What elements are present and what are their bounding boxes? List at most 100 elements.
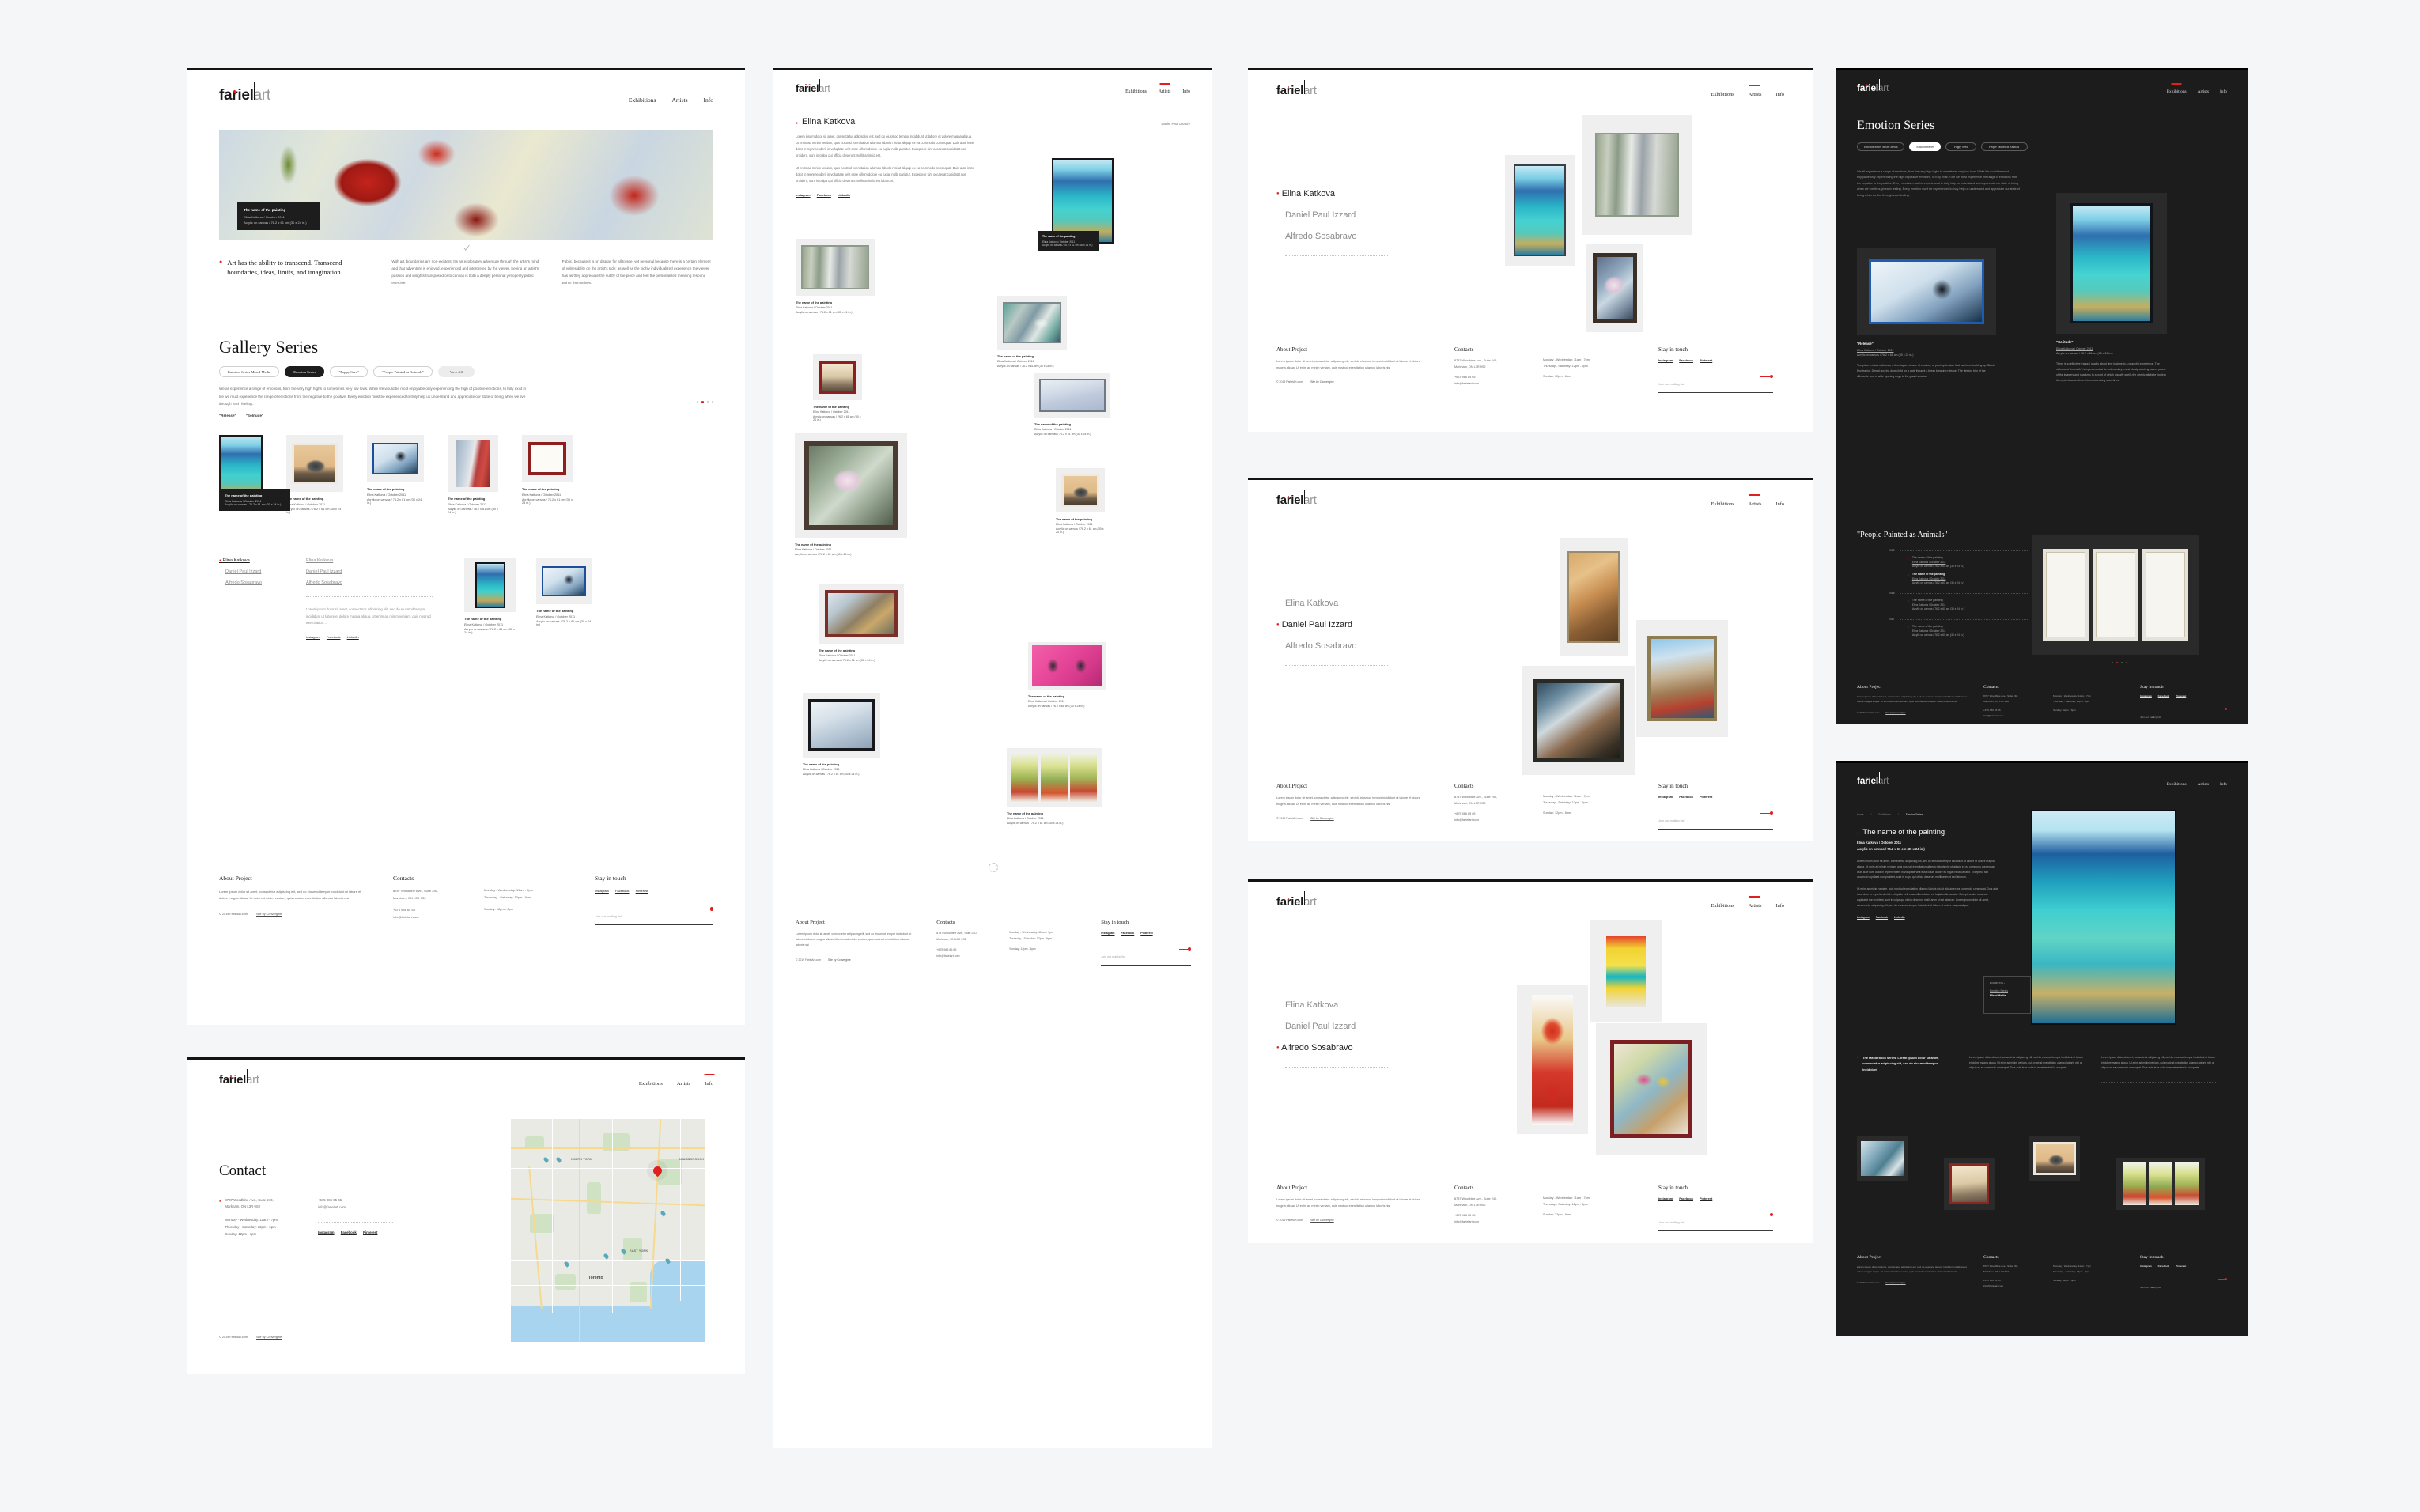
nav-artists[interactable]: Artists — [1749, 85, 1762, 97]
artwork-tile[interactable] — [1522, 666, 1635, 775]
masonry-item[interactable]: The name of the painting Elina Katkova /… — [795, 433, 907, 556]
next-artist-link[interactable]: Daniel Paul Izzard › — [1161, 122, 1190, 126]
newsletter-submit-icon[interactable] — [1760, 811, 1773, 815]
social-instagram[interactable]: Instagram — [318, 1230, 335, 1234]
newsletter-submit-icon[interactable] — [1760, 375, 1773, 379]
artwork-tile[interactable] — [1590, 920, 1662, 1022]
artwork-tile[interactable] — [1505, 155, 1575, 266]
breadcrumb-exhibitions[interactable]: Exhibitions — [1878, 813, 1890, 816]
newsletter-form[interactable]: Join our mailing list — [1101, 947, 1191, 966]
pill-view-all[interactable]: View All — [437, 366, 475, 377]
social-facebook[interactable]: Facebook — [1679, 796, 1693, 799]
footer-site-by[interactable]: Site by Convergine — [256, 913, 282, 916]
footer-email[interactable]: info@farielart.com — [1983, 714, 2053, 717]
emotion-work[interactable]: "Release" Elina Katkova / October 2011 A… — [1857, 248, 1996, 380]
nav-exhibitions[interactable]: Exhibitions — [639, 1081, 663, 1087]
gallery-item[interactable]: The name of the painting Elina Katkova /… — [448, 435, 498, 514]
nav-info[interactable]: Info — [2220, 782, 2227, 787]
breadcrumb-home[interactable]: Home — [1857, 813, 1864, 816]
social-pinterest[interactable]: Pinterest — [1140, 932, 1152, 935]
newsletter-submit-icon[interactable] — [2217, 708, 2227, 711]
footer-site-by[interactable]: Site by Convergine — [1310, 817, 1334, 820]
social-facebook[interactable]: Facebook — [1679, 1197, 1693, 1200]
artwork-tile[interactable] — [1517, 985, 1588, 1134]
footer-email[interactable]: info@farielart.com — [1454, 1220, 1543, 1223]
social-facebook[interactable]: Facebook — [2158, 694, 2169, 697]
social-pinterest[interactable]: Pinterest — [1700, 359, 1712, 362]
brand-logo[interactable]: farielart — [1276, 80, 1317, 96]
related-thumb[interactable] — [2029, 1136, 2080, 1181]
footer-site-by[interactable]: Site by Convergine — [1310, 380, 1334, 384]
social-facebook[interactable]: Facebook — [615, 889, 630, 893]
newsletter-submit-icon[interactable] — [2217, 1278, 2227, 1281]
nav-artists[interactable]: Artists — [1159, 83, 1170, 94]
social-facebook[interactable]: Facebook — [1876, 916, 1888, 919]
footer-site-by[interactable]: Site by Convergine — [828, 958, 851, 962]
newsletter-submit-icon[interactable] — [1179, 947, 1191, 951]
footer-phone[interactable]: +675 986 65 65 — [1983, 709, 2053, 712]
footer-phone[interactable]: +675 986 65 65 — [936, 948, 1009, 951]
newsletter-input[interactable]: Join our mailing list — [595, 914, 622, 918]
nav-info[interactable]: Info — [2220, 89, 2227, 94]
artwork-tile[interactable] — [1560, 538, 1628, 656]
nav-exhibitions[interactable]: Exhibitions — [1711, 903, 1734, 909]
artist-item-elina[interactable]: ● Elina Katkova — [219, 558, 306, 563]
social-instagram[interactable]: Instagram — [1658, 359, 1673, 362]
brand-logo[interactable]: farielart — [1857, 79, 1889, 93]
social-pinterest[interactable]: Pinterest — [636, 889, 648, 893]
sublink-release[interactable]: "Release" — [219, 414, 236, 418]
nav-artists[interactable]: Artists — [1749, 494, 1762, 507]
artist-item-alfredo-2[interactable]: Alfredo Sosabravo — [306, 580, 464, 585]
footer-phone[interactable]: +675 986 65 65 — [1454, 376, 1543, 379]
social-facebook[interactable]: Facebook — [341, 1230, 357, 1234]
brand-logo[interactable]: farielart — [1276, 891, 1317, 908]
nav-exhibitions[interactable]: Exhibitions — [2167, 83, 2187, 94]
newsletter-form[interactable]: Join our mailing list — [1658, 811, 1773, 830]
pill-people-painted-as-animals[interactable]: "People Painted as Animals" — [1980, 142, 2028, 151]
ppa-entry-name[interactable]: The name of the painting — [1912, 573, 1964, 576]
gallery-item[interactable]: The name of the painting Elina Katkova /… — [522, 435, 573, 514]
masonry-item[interactable]: The name of the painting Elina Katkova /… — [796, 239, 875, 314]
footer-phone[interactable]: +675 986 65 65 — [1454, 812, 1543, 815]
brand-logo[interactable]: farielart — [796, 79, 830, 93]
artist-item-daniel-2[interactable]: Daniel Paul Izzard — [306, 569, 464, 574]
scroll-chevron-icon[interactable] — [463, 243, 470, 251]
nav-exhibitions[interactable]: Exhibitions — [1711, 92, 1734, 97]
nav-exhibitions[interactable]: Exhibitions — [629, 96, 656, 104]
nav-info[interactable]: Info — [1776, 501, 1785, 507]
social-instagram[interactable]: Instagram — [1101, 932, 1114, 935]
newsletter-input[interactable]: Join our mailing list — [1658, 819, 1684, 822]
social-pinterest[interactable]: Pinterest — [363, 1230, 377, 1234]
social-instagram[interactable]: Instagram — [306, 635, 320, 639]
pill-emotion-series[interactable]: Emotion Series — [285, 366, 325, 377]
newsletter-submit-icon[interactable] — [1760, 1213, 1773, 1217]
contact-map[interactable]: NORTH YORK EAST YORK Toronto SCARBOROUGH — [511, 1119, 705, 1342]
social-instagram[interactable]: Instagram — [796, 193, 811, 197]
pill-emotion-mixed-media[interactable]: Emotion Series Mixed Media — [219, 366, 280, 377]
newsletter-form[interactable]: Join our mailing list — [2140, 1278, 2227, 1295]
masonry-item[interactable]: The name of the painting Elina Katkova /… — [819, 584, 904, 662]
exhibition-badge[interactable]: EXHIBITION › Emotion Series Mixed Media — [1983, 976, 2031, 1014]
contact-phone[interactable]: +675 986 65 65 — [318, 1198, 413, 1202]
related-thumb[interactable] — [1857, 1136, 1908, 1181]
footer-site-by[interactable]: Site by Convergine — [1885, 711, 1905, 714]
social-facebook[interactable]: Facebook — [1121, 932, 1134, 935]
social-instagram[interactable]: Instagram — [1658, 1197, 1673, 1200]
newsletter-input[interactable]: Join our mailing list — [1101, 955, 1125, 958]
gallery-item[interactable]: The name of the painting Elina Katkova /… — [536, 558, 592, 639]
gallery-item[interactable]: The name of the painting Elina Katkova /… — [286, 435, 343, 514]
masonry-item[interactable]: The name of the painting Elina Katkova /… — [997, 296, 1067, 368]
gallery-item[interactable]: The name of the painting Elina Katkova /… — [367, 435, 424, 514]
newsletter-form[interactable]: Join our mailing list — [1658, 1213, 1773, 1231]
social-facebook[interactable]: Facebook — [1679, 359, 1693, 362]
nav-artists[interactable]: Artists — [2198, 89, 2209, 94]
newsletter-input[interactable]: Join our mailing list — [1658, 1221, 1684, 1224]
artist-item-alfredo[interactable]: Alfredo Sosabravo — [225, 580, 306, 585]
gallery-carousel-dots[interactable] — [697, 401, 713, 403]
social-facebook[interactable]: Facebook — [817, 193, 831, 197]
masonry-item[interactable]: The name of the painting Elina Katkova /… — [1038, 158, 1114, 251]
pill-poppy-seed[interactable]: "Poppy Seed" — [330, 366, 369, 377]
nav-info[interactable]: Info — [1182, 89, 1190, 94]
footer-email[interactable]: info@farielart.com — [1454, 818, 1543, 822]
footer-email[interactable]: info@farielart.com — [1454, 382, 1543, 385]
